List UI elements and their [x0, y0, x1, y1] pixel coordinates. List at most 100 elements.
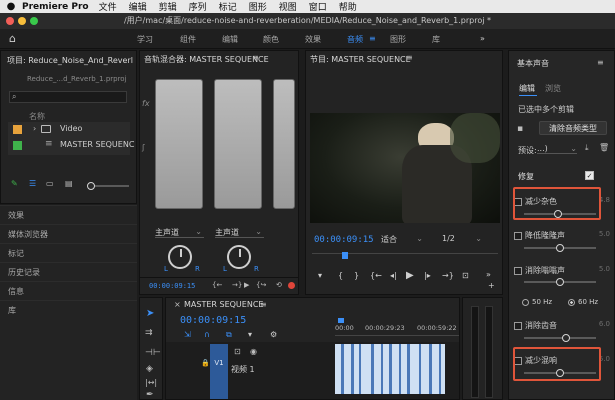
pen-tool-icon[interactable]: ✒ [146, 390, 154, 399]
slip-tool-icon[interactable]: |↔| [145, 378, 157, 387]
freeform-view-icon[interactable]: ▤ [65, 179, 73, 188]
go-to-in-icon[interactable]: {← [212, 281, 222, 289]
dehum-slider[interactable] [524, 278, 596, 286]
icon-view-icon[interactable]: ▭ [46, 179, 54, 188]
reduce-rumble-slider-thumb[interactable] [556, 244, 564, 252]
info-panel-tab[interactable]: 信息 [0, 281, 137, 300]
panel-menu-icon[interactable]: ≡ [406, 53, 413, 62]
project-item-video[interactable]: Video [60, 124, 82, 133]
radio-50hz[interactable] [522, 299, 529, 306]
libraries-panel-tab[interactable]: 库 [0, 300, 137, 319]
deess-slider-thumb[interactable] [562, 334, 570, 342]
program-video-frame[interactable] [310, 113, 500, 223]
program-time-ruler[interactable] [312, 252, 498, 263]
save-preset-icon[interactable]: ⤓ [585, 143, 589, 153]
panel-menu-icon[interactable]: ≡ [252, 53, 259, 62]
play-icon[interactable]: ▶ [244, 281, 249, 289]
list-view-icon[interactable]: ☰ [29, 179, 36, 188]
workspace-editing[interactable]: 编辑 [222, 34, 238, 45]
menu-window[interactable]: 窗口 [309, 0, 327, 13]
playhead-icon[interactable] [342, 252, 348, 259]
mixer-title[interactable]: 音轨混合器: MASTER SEQUENCE [140, 53, 298, 67]
timeline-ruler[interactable]: 00:00 00:00:29:23 00:00:59:22 [335, 318, 459, 336]
zoom-slider[interactable] [87, 182, 129, 190]
pan-knob[interactable] [227, 245, 251, 269]
fader-track-3[interactable] [273, 79, 295, 209]
menu-sequence[interactable]: 序列 [189, 0, 207, 13]
menu-graphics[interactable]: 图形 [249, 0, 267, 13]
disclosure-triangle-icon[interactable]: › [33, 124, 36, 133]
name-column-header[interactable]: 名称 [29, 111, 45, 122]
pan-knob[interactable] [168, 245, 192, 269]
program-timecode[interactable]: 00:00:09:15 [314, 235, 374, 245]
menu-file[interactable]: 文件 [99, 0, 117, 13]
add-marker-icon[interactable]: ▾ [318, 271, 322, 280]
dehum-slider-thumb[interactable] [556, 278, 564, 286]
zoom-slider-thumb[interactable] [87, 182, 95, 190]
preset-select[interactable]: ...) ⌄ [537, 144, 577, 154]
program-monitor-title[interactable]: 节目: MASTER SEQUENCE [306, 53, 502, 67]
export-frame-icon[interactable]: ⊡ [462, 271, 469, 280]
panel-menu-icon[interactable]: ≡ [260, 300, 267, 309]
step-forward-icon[interactable]: |▸ [424, 271, 431, 280]
workspace-learn[interactable]: 学习 [137, 34, 153, 45]
track-target-v1[interactable]: V1 [210, 344, 228, 399]
lock-icon[interactable]: 🔒 [201, 359, 210, 367]
channel-output-select[interactable]: 主声道 ⌄ [215, 227, 264, 238]
project-item-master-sequence[interactable]: MASTER SEQUENC [60, 140, 134, 149]
reduce-rumble-slider[interactable] [524, 244, 596, 252]
go-to-out-icon[interactable]: →} [442, 271, 454, 280]
zoom-window-button[interactable] [30, 17, 38, 25]
clear-audio-type-button[interactable]: 清除音频类型 [539, 121, 607, 135]
video-clip-strip[interactable] [335, 344, 445, 394]
media-browser-panel-tab[interactable]: 媒体浏览器 [0, 224, 137, 243]
add-button-icon[interactable]: + [488, 281, 495, 290]
step-back-icon[interactable]: ◂| [390, 271, 397, 280]
channel-output-select[interactable]: 主声道 ⌄ [155, 227, 204, 238]
mixer-timecode[interactable]: 00:00:09:15 [149, 282, 195, 290]
workspace-more-icon[interactable]: » [480, 34, 485, 43]
track-select-tool-icon[interactable]: ⇉ [145, 328, 153, 338]
record-button[interactable] [288, 282, 295, 289]
fader-track-1[interactable] [155, 79, 203, 209]
toggle-sync-lock-icon[interactable]: ⊡ [234, 347, 241, 356]
project-search-input[interactable]: ⌕ [9, 91, 127, 103]
effects-panel-tab[interactable]: 效果 [0, 205, 137, 224]
fader-track-2[interactable] [214, 79, 262, 209]
menu-help[interactable]: 帮助 [339, 0, 357, 13]
loop-playback-icon[interactable]: ⟲ [276, 281, 282, 289]
workspace-menu-icon[interactable]: ≡ [369, 34, 376, 43]
more-controls-icon[interactable]: » [486, 270, 491, 279]
workspace-effects[interactable]: 效果 [305, 34, 321, 45]
resolution-select[interactable]: 1/2 ⌄ [442, 234, 482, 245]
menu-edit[interactable]: 编辑 [129, 0, 147, 13]
repair-enable-checkbox[interactable]: ✓ [585, 171, 594, 180]
panel-menu-icon[interactable]: ≡ [597, 58, 604, 67]
linked-selection-icon[interactable]: ⧉ [226, 330, 232, 340]
deess-slider[interactable] [524, 334, 596, 342]
play-icon[interactable]: ▶ [406, 270, 414, 281]
zoom-fit-select[interactable]: 适合 ⌄ [381, 234, 423, 245]
playhead-icon[interactable] [338, 318, 344, 323]
home-icon[interactable]: ⌂ [9, 32, 16, 45]
menu-markers[interactable]: 标记 [219, 0, 237, 13]
workspace-audio[interactable]: 音频 [347, 34, 363, 45]
apple-menu-icon[interactable]: ● [0, 1, 22, 12]
timeline-sequence-title[interactable]: MASTER SEQUENCE [180, 298, 263, 312]
app-menu[interactable]: Premiere Pro [22, 2, 89, 12]
tab-edit[interactable]: 编辑 [519, 83, 535, 94]
pencil-icon[interactable]: ✎ [11, 179, 18, 188]
menu-view[interactable]: 视图 [279, 0, 297, 13]
workspace-libraries[interactable]: 库 [432, 34, 440, 45]
comment-icon[interactable]: ▪ [517, 124, 523, 134]
nest-icon[interactable]: ⇲ [184, 330, 191, 339]
ripple-edit-tool-icon[interactable]: ⊣⊢ [145, 348, 161, 358]
mark-in-icon[interactable]: { [338, 271, 343, 280]
loop-icon[interactable]: {↪ [256, 281, 266, 289]
menu-clip[interactable]: 剪辑 [159, 0, 177, 13]
go-to-in-icon[interactable]: {← [370, 271, 382, 280]
close-window-button[interactable] [6, 17, 14, 25]
reduce-rumble-checkbox[interactable] [514, 231, 522, 240]
razor-tool-icon[interactable]: ◈ [146, 364, 153, 374]
toggle-track-output-icon[interactable]: ◉ [250, 347, 257, 356]
